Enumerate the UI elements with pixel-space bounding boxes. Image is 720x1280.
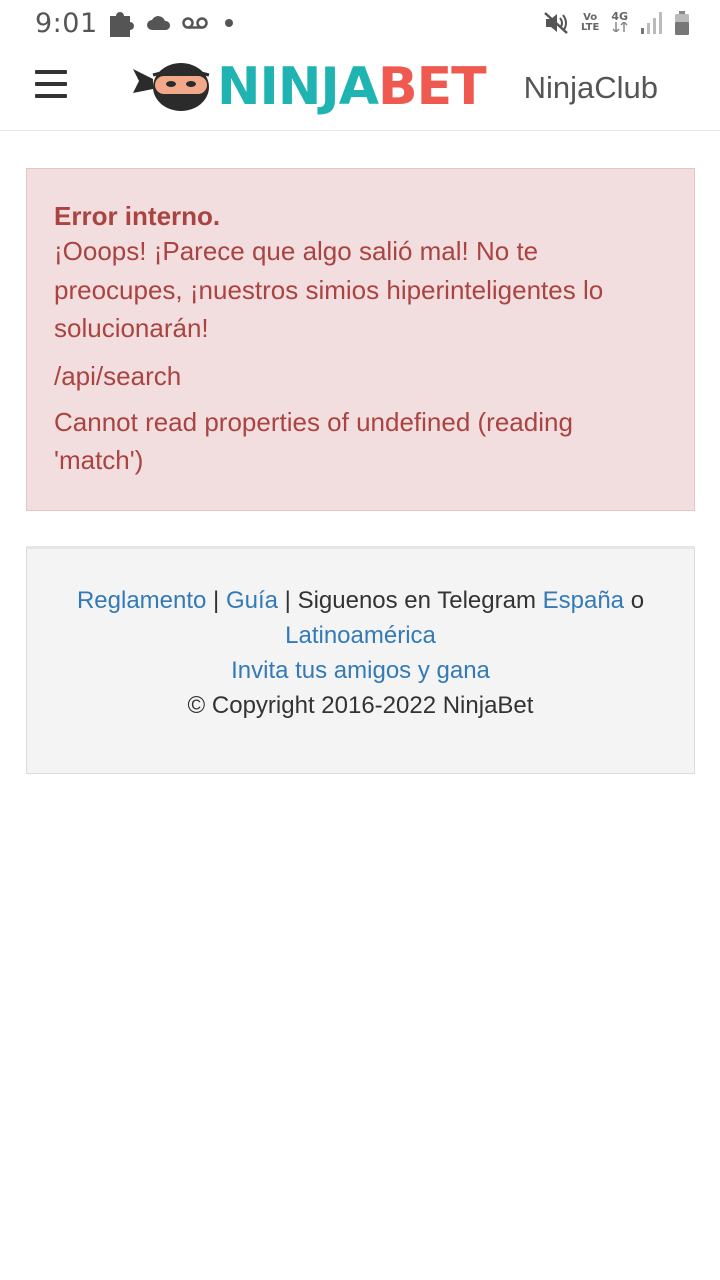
footer-line-1: Reglamento | Guía | Siguenos en Telegram… — [27, 583, 694, 618]
copyright: © Copyright 2016-2022 NinjaBet — [187, 692, 534, 719]
ninja-head-icon — [133, 63, 210, 111]
mute-icon — [543, 11, 569, 35]
or-text: o — [624, 587, 645, 614]
error-path: /api/search — [54, 360, 182, 391]
ninjabet-logo[interactable]: NINJABET — [133, 57, 487, 117]
network-type: 4G — [611, 9, 628, 23]
battery-icon — [674, 11, 690, 35]
guide-link[interactable]: Guía — [226, 587, 278, 614]
voicemail-icon — [181, 16, 208, 30]
volte-icon: Vo LTE — [581, 13, 599, 33]
footer-separator: | — [277, 587, 298, 614]
error-title: Error interno. — [54, 201, 221, 231]
cloud-icon — [146, 14, 172, 32]
logo-ninja: NINJA — [217, 57, 379, 117]
error-alert: Error interno. ¡Ooops! ¡Parece que algo … — [26, 168, 695, 511]
volte-bottom: LTE — [580, 22, 600, 33]
invite-friends-link[interactable]: Invita tus amigos y gana — [231, 657, 490, 684]
status-right: Vo LTE 4G — [543, 11, 690, 35]
logo-bet: BET — [377, 57, 487, 117]
telegram-spain-link[interactable]: España — [543, 587, 624, 614]
rules-link[interactable]: Reglamento — [77, 587, 206, 614]
footer-line-3: Invita tus amigos y gana — [27, 653, 694, 688]
footer-line-2: Latinoamérica — [27, 618, 694, 653]
site-header: NINJABET NinjaClub — [0, 46, 720, 131]
4g-icon: 4G — [611, 9, 628, 35]
ninjaclub-link[interactable]: NinjaClub — [524, 70, 658, 106]
telegram-latam-link[interactable]: Latinoamérica — [285, 622, 436, 649]
status-left: 9:01 — [35, 8, 234, 39]
status-bar: 9:01 Vo LTE 4G — [0, 0, 720, 46]
error-message: ¡Ooops! ¡Parece que algo salió mal! No t… — [54, 236, 604, 343]
error-detail: Cannot read properties of undefined (rea… — [54, 406, 573, 476]
telegram-text: Siguenos en Telegram — [297, 587, 543, 614]
site-footer: Reglamento | Guía | Siguenos en Telegram… — [26, 546, 695, 774]
signal-icon — [640, 12, 662, 34]
status-time: 9:01 — [35, 7, 98, 39]
puzzle-icon — [108, 8, 136, 38]
dot-icon — [224, 18, 234, 28]
footer-separator: | — [206, 587, 226, 614]
logo-wordmark: NINJABET — [217, 57, 487, 117]
hamburger-icon[interactable] — [35, 70, 67, 98]
